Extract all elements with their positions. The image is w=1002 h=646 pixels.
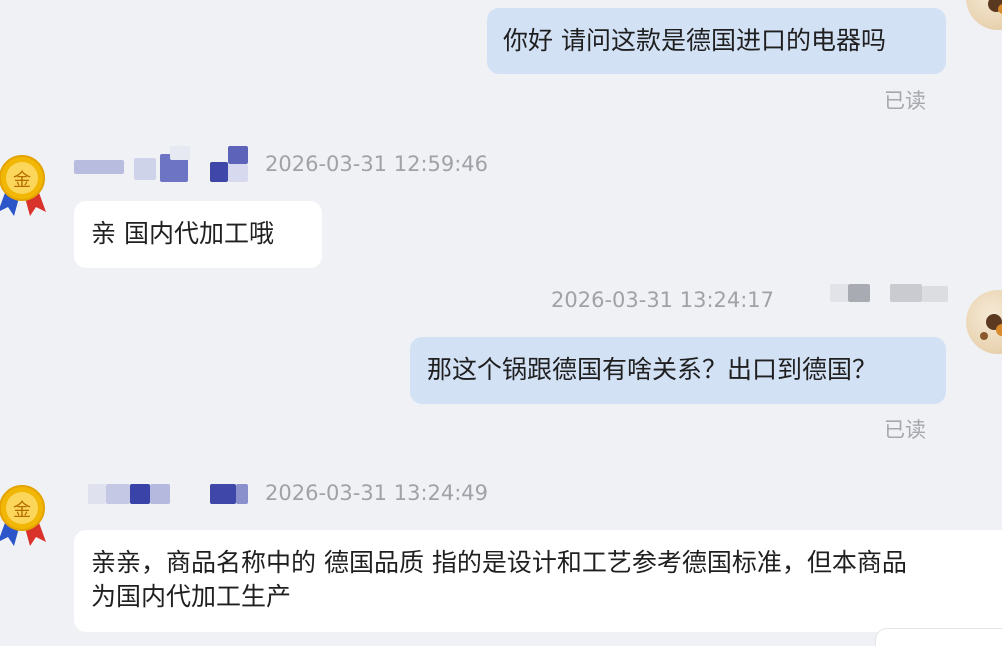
redaction-block — [922, 286, 948, 302]
outgoing-message-bubble[interactable]: 那这个锅跟德国有啥关系？出口到德国？ — [410, 337, 946, 404]
message-timestamp: 2026-03-31 13:24:17 — [551, 288, 775, 312]
redaction-block — [106, 484, 130, 504]
chat-window: 你好 请问这款是德国进口的电器吗 已读 金 2026-03-31 12:59:4… — [0, 0, 1002, 646]
avatar-pattern — [980, 332, 988, 340]
incoming-message-bubble[interactable]: 亲亲，商品名称中的 德国品质 指的是设计和工艺参考德国标准，但本商品 为国内代加… — [74, 530, 1002, 632]
avatar-pattern — [996, 324, 1002, 336]
redaction-block — [236, 484, 248, 504]
redaction-block — [210, 484, 236, 504]
message-timestamp: 2026-03-31 12:59:46 — [265, 152, 489, 176]
user-avatar[interactable] — [966, 0, 1002, 30]
redaction-block — [210, 162, 228, 182]
avatar-pattern — [998, 4, 1002, 14]
redaction-block — [228, 164, 248, 182]
badge-label: 金 — [13, 170, 31, 191]
redaction-block — [150, 484, 170, 504]
sender-name-redacted — [74, 146, 254, 182]
redaction-block — [830, 284, 848, 302]
redaction-block — [88, 484, 106, 504]
badge-label: 金 — [13, 500, 31, 521]
redaction-block — [170, 146, 190, 160]
sender-name-redacted — [830, 284, 950, 314]
partial-message-bubble[interactable] — [875, 628, 1002, 646]
redaction-block — [74, 160, 124, 174]
gold-medal-icon[interactable]: 金 — [0, 150, 50, 220]
read-status: 已读 — [884, 418, 926, 442]
redaction-block — [130, 484, 150, 504]
incoming-message-bubble[interactable]: 亲 国内代加工哦 — [74, 201, 322, 268]
redaction-block — [228, 146, 248, 164]
message-text: 亲 国内代加工哦 — [91, 219, 274, 248]
read-status: 已读 — [884, 89, 926, 113]
redaction-block — [134, 158, 156, 180]
message-text: 那这个锅跟德国有啥关系？出口到德国？ — [427, 355, 878, 384]
sender-name-redacted — [74, 480, 254, 510]
message-timestamp: 2026-03-31 13:24:49 — [265, 481, 489, 505]
message-line: 亲亲，商品名称中的 德国品质 指的是设计和工艺参考德国标准，但本商品 — [91, 548, 907, 577]
message-line: 为国内代加工生产 — [91, 582, 292, 611]
user-avatar[interactable] — [966, 290, 1002, 354]
message-text: 你好 请问这款是德国进口的电器吗 — [503, 26, 886, 55]
redaction-block — [890, 284, 922, 302]
outgoing-message-bubble[interactable]: 你好 请问这款是德国进口的电器吗 — [487, 8, 946, 74]
gold-medal-icon[interactable]: 金 — [0, 480, 50, 550]
redaction-block — [848, 284, 870, 302]
